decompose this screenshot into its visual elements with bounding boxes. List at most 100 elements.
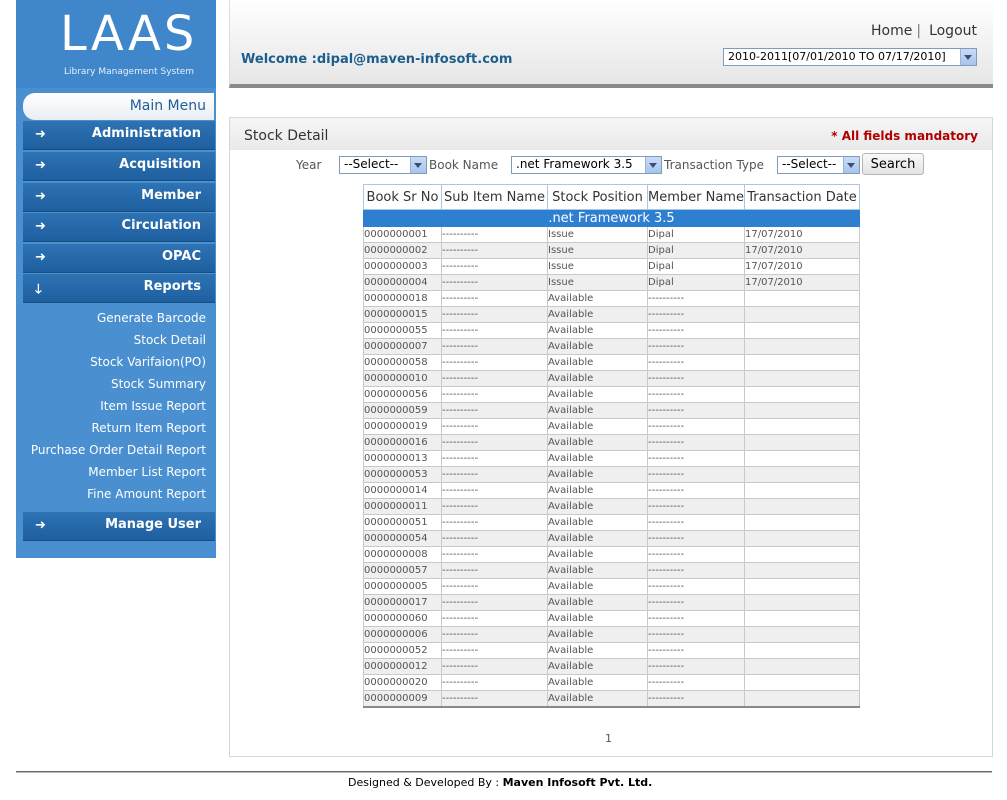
table-row: 0000000053 ---------- Available ----------: [363, 466, 860, 483]
cell-member-name: ----------: [647, 354, 745, 371]
cell-member-name: ----------: [647, 562, 745, 579]
menu-item-label: Manage User: [105, 517, 201, 532]
cell-sub-item-name: ----------: [441, 258, 548, 275]
col-header-member-name: Member Name: [647, 184, 745, 210]
home-link[interactable]: Home: [871, 23, 912, 39]
cell-sub-item-name: ----------: [441, 290, 548, 307]
transaction-type-select[interactable]: --Select--: [777, 156, 860, 174]
submenu-stock-detail[interactable]: Stock Detail: [16, 333, 206, 347]
cell-stock-position: Available: [547, 322, 648, 339]
arrow-down-icon: 🡓: [35, 282, 42, 297]
submenu-fine-amount-report[interactable]: Fine Amount Report: [16, 487, 206, 501]
cell-stock-position: Available: [547, 530, 648, 547]
group-row: .net Framework 3.5: [363, 209, 860, 227]
cell-sub-item-name: ----------: [441, 658, 548, 675]
page-title: Stock Detail: [244, 128, 329, 144]
cell-book-sr-no: 0000000009: [363, 690, 442, 708]
menu-item-circulation[interactable]: ➜ Circulation: [23, 213, 215, 242]
cell-transaction-date: [744, 594, 860, 611]
table-row: 0000000017 ---------- Available ----------: [363, 594, 860, 611]
top-nav: Home | Logout: [871, 23, 977, 39]
arrow-right-icon: ➜: [35, 127, 46, 142]
cell-sub-item-name: ----------: [441, 386, 548, 403]
cell-sub-item-name: ----------: [441, 482, 548, 499]
book-name-select[interactable]: .net Framework 3.5: [511, 156, 662, 174]
col-header-stock-position: Stock Position: [547, 184, 648, 210]
cell-stock-position: Available: [547, 386, 648, 403]
session-year-value: 2010-2011[07/01/2010 TO 07/17/2010]: [728, 50, 946, 63]
cell-stock-position: Available: [547, 466, 648, 483]
cell-member-name: ----------: [647, 450, 745, 467]
cell-stock-position: Available: [547, 450, 648, 467]
submenu-generate-barcode[interactable]: Generate Barcode: [16, 311, 206, 325]
cell-sub-item-name: ----------: [441, 626, 548, 643]
arrow-right-icon: ➜: [35, 250, 46, 265]
page-number[interactable]: 1: [605, 732, 612, 745]
panel-header: Stock Detail * All fields mandatory: [230, 118, 992, 150]
submenu-stock-varifaion-po[interactable]: Stock Varifaion(PO): [16, 355, 206, 369]
cell-stock-position: Available: [547, 354, 648, 371]
cell-book-sr-no: 0000000053: [363, 466, 442, 483]
menu-item-label: OPAC: [162, 249, 201, 264]
cell-member-name: ----------: [647, 434, 745, 451]
table-row: 0000000057 ---------- Available ----------: [363, 562, 860, 579]
menu-item-manage-user[interactable]: ➜ Manage User: [23, 512, 215, 541]
cell-sub-item-name: ----------: [441, 338, 548, 355]
cell-sub-item-name: ----------: [441, 402, 548, 419]
chevron-down-icon: [960, 49, 976, 65]
cell-transaction-date: [744, 322, 860, 339]
submenu-member-list-report[interactable]: Member List Report: [16, 465, 206, 479]
cell-transaction-date: 17/07/2010: [744, 258, 860, 275]
cell-transaction-date: [744, 418, 860, 435]
table-row: 0000000012 ---------- Available ----------: [363, 658, 860, 675]
cell-member-name: ----------: [647, 498, 745, 515]
cell-stock-position: Available: [547, 370, 648, 387]
menu-item-label: Circulation: [121, 218, 201, 233]
menu-item-label: Reports: [143, 279, 201, 294]
book-name-select-value: .net Framework 3.5: [516, 157, 633, 171]
cell-sub-item-name: ----------: [441, 674, 548, 691]
cell-book-sr-no: 0000000006: [363, 626, 442, 643]
cell-stock-position: Issue: [547, 226, 648, 243]
logo-text: LAAS: [60, 6, 198, 62]
cell-sub-item-name: ----------: [441, 610, 548, 627]
menu-item-member[interactable]: ➜ Member: [23, 183, 215, 212]
cell-stock-position: Available: [547, 498, 648, 515]
cell-transaction-date: [744, 370, 860, 387]
table-row: 0000000006 ---------- Available ----------: [363, 626, 860, 643]
cell-member-name: ----------: [647, 690, 745, 708]
submenu-return-item-report[interactable]: Return Item Report: [16, 421, 206, 435]
menu-item-administration[interactable]: ➜ Administration: [23, 121, 215, 150]
cell-member-name: ----------: [647, 370, 745, 387]
menu-item-reports[interactable]: 🡓 Reports: [23, 274, 215, 303]
table-row: 0000000060 ---------- Available ----------: [363, 610, 860, 627]
cell-transaction-date: [744, 434, 860, 451]
logout-link[interactable]: Logout: [929, 23, 977, 39]
menu-item-opac[interactable]: ➜ OPAC: [23, 244, 215, 273]
cell-book-sr-no: 0000000055: [363, 322, 442, 339]
table-row: 0000000058 ---------- Available ----------: [363, 354, 860, 371]
table-footer-rule: [363, 706, 860, 710]
submenu-item-issue-report[interactable]: Item Issue Report: [16, 399, 206, 413]
cell-book-sr-no: 0000000019: [363, 418, 442, 435]
submenu-purchase-order-detail-report[interactable]: Purchase Order Detail Report: [16, 443, 206, 457]
cell-book-sr-no: 0000000059: [363, 402, 442, 419]
cell-member-name: Dipal: [647, 226, 745, 243]
table-row: 0000000059 ---------- Available ----------: [363, 402, 860, 419]
menu-item-acquisition[interactable]: ➜ Acquisition: [23, 152, 215, 181]
search-button[interactable]: Search: [862, 153, 924, 175]
cell-stock-position: Issue: [547, 258, 648, 275]
cell-member-name: ----------: [647, 402, 745, 419]
session-year-select[interactable]: 2010-2011[07/01/2010 TO 07/17/2010]: [723, 48, 977, 66]
cell-sub-item-name: ----------: [441, 354, 548, 371]
cell-transaction-date: [744, 354, 860, 371]
table-row: 0000000007 ---------- Available ----------: [363, 338, 860, 355]
cell-sub-item-name: ----------: [441, 642, 548, 659]
cell-book-sr-no: 0000000008: [363, 546, 442, 563]
submenu-stock-summary[interactable]: Stock Summary: [16, 377, 206, 391]
header: Home | Logout Welcome :dipal@maven-infosof…: [229, 0, 993, 88]
cell-stock-position: Issue: [547, 242, 648, 259]
year-label: Year: [296, 158, 322, 172]
year-select[interactable]: --Select--: [339, 156, 427, 174]
table-row: 0000000001 ---------- Issue Dipal 17/07/2010: [363, 226, 860, 243]
